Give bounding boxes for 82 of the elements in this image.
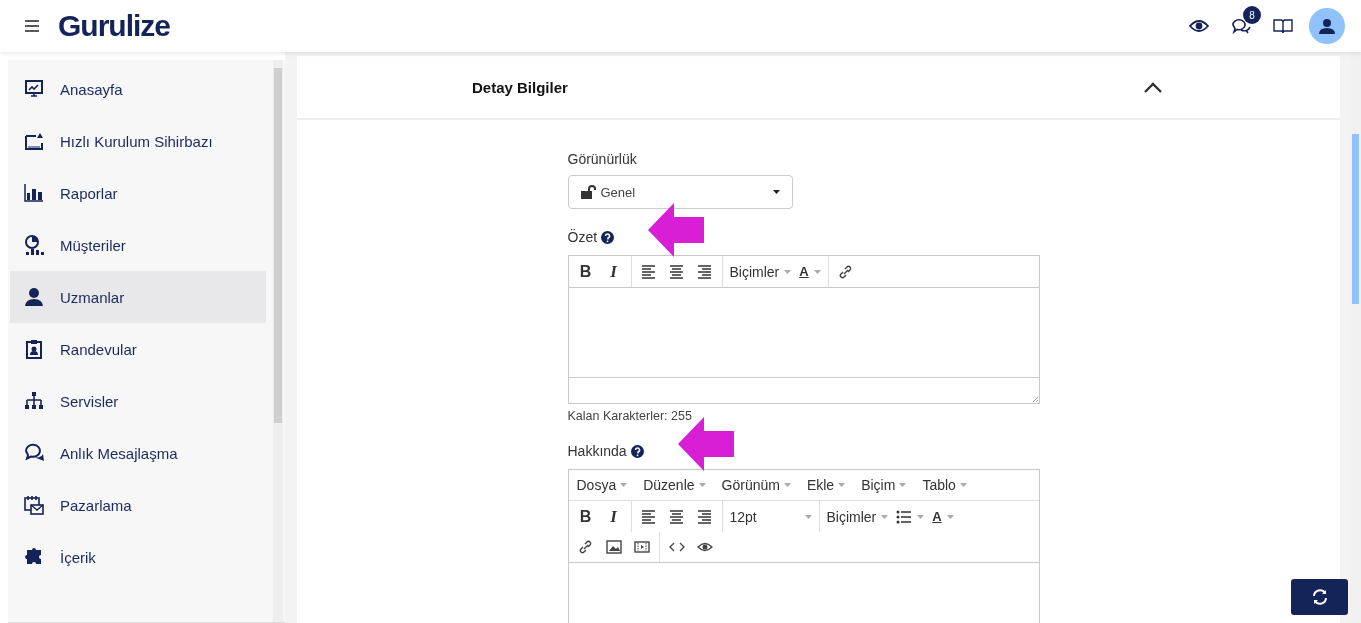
monitor-icon <box>24 79 44 99</box>
formats-dropdown[interactable]: Biçimler <box>727 258 794 285</box>
caret-icon <box>698 483 706 487</box>
visibility-select[interactable]: Genel <box>567 175 793 209</box>
bars-icon <box>24 183 44 203</box>
menu-item[interactable]: Tablo <box>922 477 967 493</box>
menu-item[interactable]: Görünüm <box>721 477 791 493</box>
sidebar-item[interactable]: Anlık Mesajlaşma <box>10 427 266 479</box>
sidebar-item[interactable]: Anasayfa <box>10 63 266 115</box>
sidebar-item[interactable]: Raporlar <box>10 167 266 219</box>
book-icon <box>1273 18 1293 34</box>
chat-icon <box>1231 17 1251 35</box>
italic-button[interactable]: I <box>601 503 626 530</box>
refresh-button[interactable] <box>1291 579 1348 615</box>
field-label: Görünürlük <box>567 151 637 167</box>
align-left-icon <box>640 508 657 525</box>
field-label: Özet <box>567 229 598 245</box>
caret-icon <box>620 483 628 487</box>
caret-icon <box>946 514 954 519</box>
caret-icon <box>772 190 780 194</box>
align-left-icon <box>640 263 657 280</box>
menu-item[interactable]: Düzenle <box>643 477 706 493</box>
sidebar-item[interactable]: Pazarlama <box>10 479 266 531</box>
font-size-select[interactable]: 12pt <box>727 503 814 530</box>
image-icon <box>605 539 622 555</box>
preview-button[interactable] <box>1189 19 1209 33</box>
guide-button[interactable] <box>1273 18 1293 34</box>
character-counter: Kalan Karakterler: 255 <box>567 409 693 423</box>
section-title: Detay Bilgiler <box>472 78 568 96</box>
bold-button[interactable]: B <box>573 258 598 285</box>
person-icon <box>24 287 44 307</box>
sidebar-item[interactable]: Hızlı Kurulum Sihirbazı <box>10 115 266 167</box>
chat-icon <box>24 443 44 463</box>
sidebar-item[interactable]: Uzmanlar <box>10 271 266 323</box>
text-color-button[interactable]: A <box>797 258 823 285</box>
sidebar-item[interactable]: İçerik <box>10 531 266 583</box>
user-icon <box>1319 18 1335 34</box>
link-icon <box>577 539 594 555</box>
bold-button[interactable]: B <box>573 503 598 530</box>
align-center-icon <box>668 263 685 280</box>
menu-item[interactable]: Dosya <box>576 477 628 493</box>
wizard-icon <box>24 131 44 151</box>
text-color-button[interactable]: A <box>930 503 956 530</box>
bullet-list-icon <box>896 508 913 525</box>
logo: Gurulize <box>58 9 170 43</box>
caret-icon <box>813 269 821 274</box>
clipboard-icon <box>24 339 44 359</box>
menu-icon <box>24 19 40 33</box>
media-icon <box>633 539 650 555</box>
messages-button[interactable] <box>1231 17 1251 35</box>
caret-icon <box>783 483 791 487</box>
align-right-icon <box>696 508 713 525</box>
caret-icon <box>917 514 925 519</box>
menu-button[interactable] <box>24 19 40 33</box>
section-header[interactable]: Detay Bilgiler <box>297 56 1340 120</box>
align-right-icon <box>696 263 713 280</box>
caret-icon <box>804 514 812 519</box>
sidebar-item[interactable]: Randevular <box>10 323 266 375</box>
caret-icon <box>959 483 967 487</box>
caret-icon <box>838 483 846 487</box>
menu-item[interactable]: Ekle <box>806 477 846 493</box>
caret-icon <box>784 269 792 274</box>
calendar-mail-icon <box>24 495 44 515</box>
sidebar-item[interactable]: Servisler <box>10 375 266 427</box>
eye-icon <box>1189 19 1209 33</box>
notification-badge: 8 <box>1243 6 1261 24</box>
resize-handle-icon <box>1031 396 1039 403</box>
sitemap-icon <box>24 391 44 411</box>
link-icon <box>837 263 854 280</box>
field-label: Hakkında <box>567 443 627 459</box>
sidebar-item[interactable]: Müşteriler <box>10 219 266 271</box>
menu-item[interactable]: Biçim <box>861 477 907 493</box>
align-center-icon <box>668 508 685 525</box>
caret-icon <box>881 514 889 519</box>
caret-icon <box>899 483 907 487</box>
customers-icon <box>24 235 44 255</box>
puzzle-icon <box>24 547 44 567</box>
formats-dropdown[interactable]: Biçimler <box>824 503 891 530</box>
unlock-icon <box>580 185 597 199</box>
italic-button[interactable]: I <box>601 258 626 285</box>
refresh-icon <box>1311 589 1328 605</box>
user-avatar[interactable] <box>1309 8 1345 44</box>
